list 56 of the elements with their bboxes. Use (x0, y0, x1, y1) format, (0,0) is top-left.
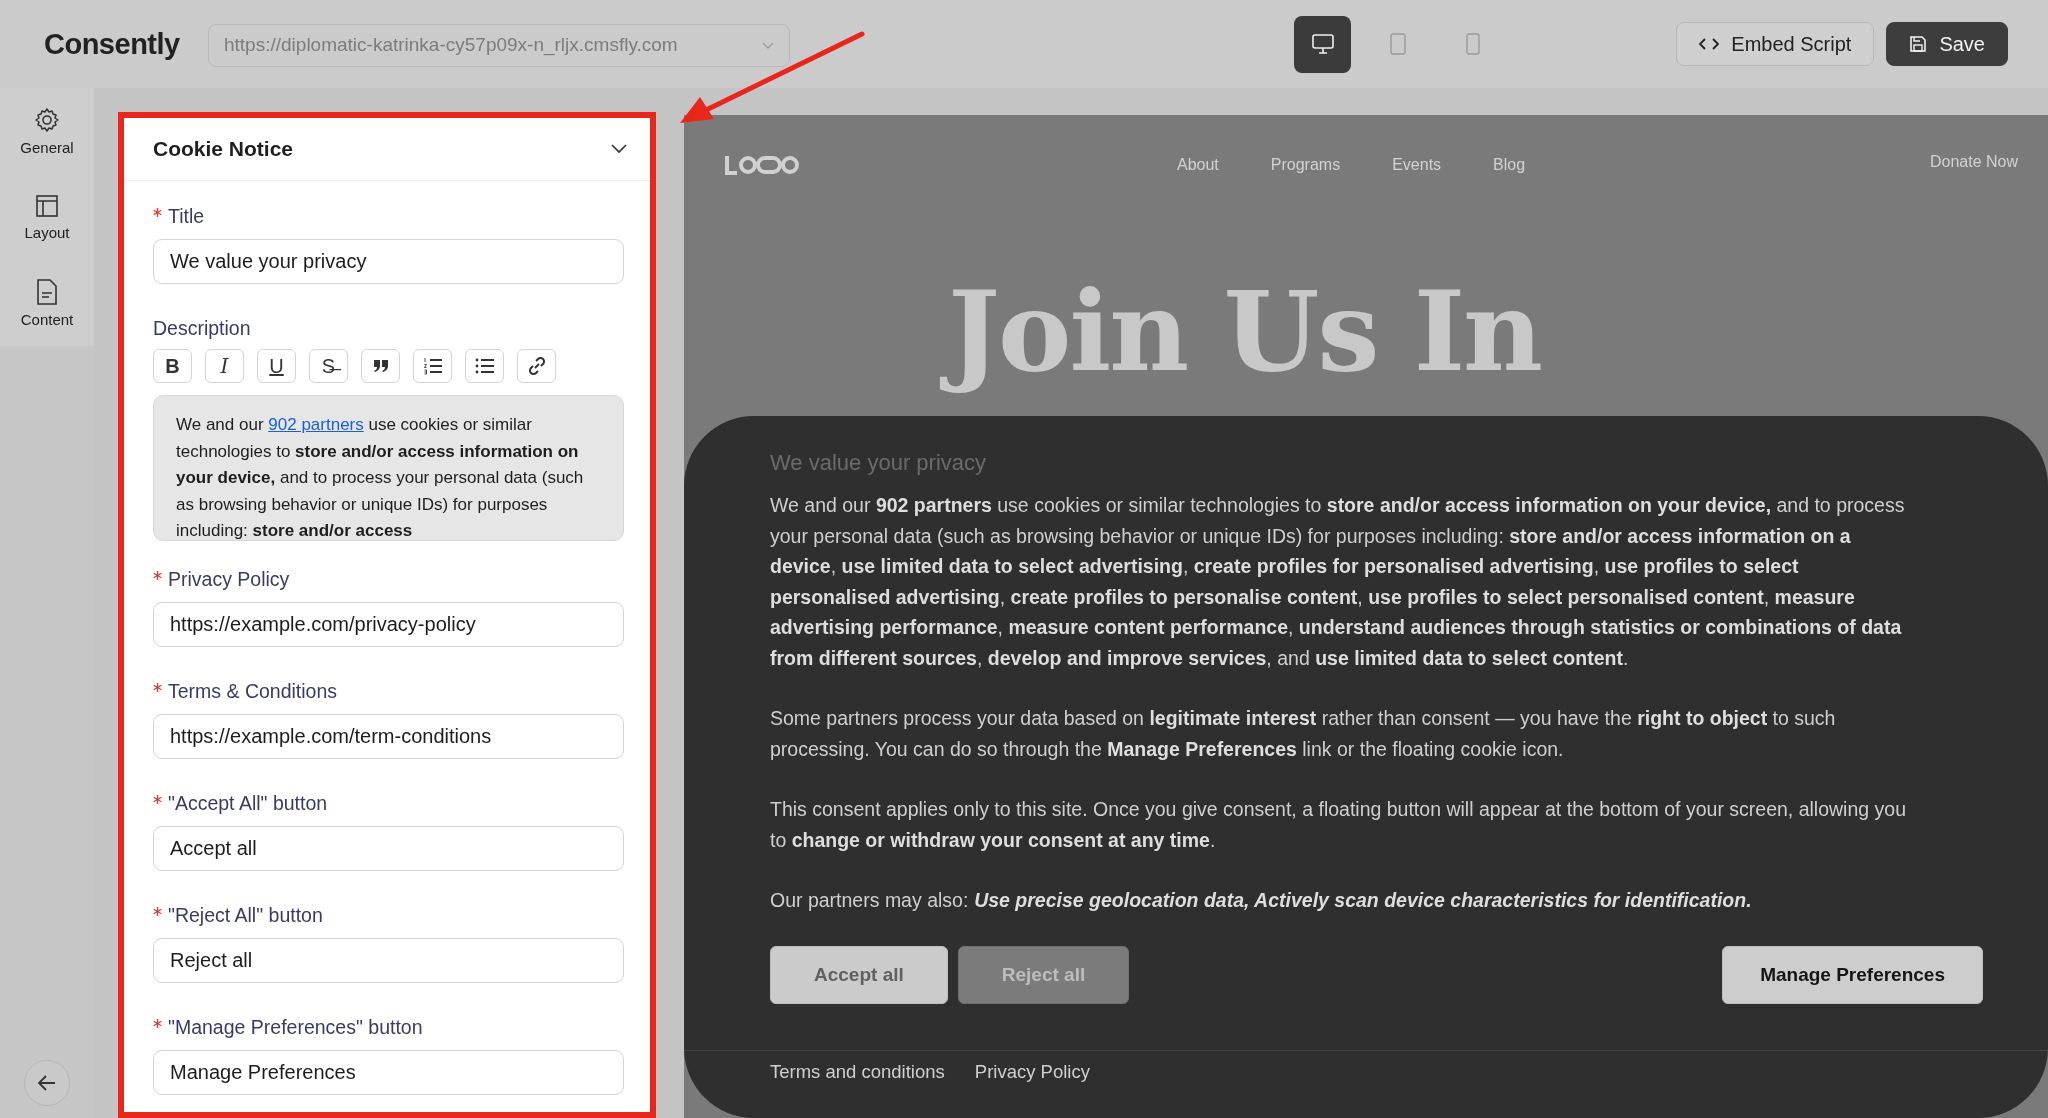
bullet-list-icon (474, 358, 495, 374)
bullet-list-button[interactable] (465, 349, 504, 383)
text-field[interactable]: https://example.com/term-conditions (153, 714, 624, 759)
italic-button[interactable]: I (205, 349, 244, 383)
app-logo: Consently (44, 27, 181, 61)
link-icon (526, 356, 547, 376)
accept-all-button[interactable]: Accept all (770, 945, 948, 1004)
text-field[interactable]: Manage Preferences (153, 1050, 624, 1095)
field-label: Terms & Conditions (168, 680, 338, 703)
field-label: "Reject All" button (168, 904, 323, 927)
banner-title: We value your privacy (770, 450, 987, 476)
text-field[interactable]: https://example.com/privacy-policy (153, 602, 624, 647)
description-editor[interactable] (153, 395, 624, 541)
text-field[interactable]: Reject all (153, 938, 624, 983)
field-label: Privacy Policy (168, 568, 290, 591)
bold-button[interactable]: B (153, 349, 192, 383)
partners-link[interactable]: 902 partners (268, 415, 364, 434)
ordered-list-button[interactable] (413, 349, 452, 383)
back-button[interactable] (24, 1060, 70, 1106)
strike-button[interactable]: S̶ (309, 349, 348, 383)
quote-icon (372, 359, 389, 373)
chevron-icon[interactable] (610, 143, 628, 155)
footer-link[interactable]: Terms and conditions (770, 1060, 945, 1083)
underline-button[interactable]: U (257, 349, 296, 383)
field-label: Description (153, 317, 251, 340)
text-field[interactable]: We value your privacy (153, 239, 624, 284)
layout-tab[interactable]: Layout (0, 174, 94, 260)
general-tab[interactable]: General (0, 88, 94, 174)
save-icon (1909, 35, 1928, 53)
desktop-view-button[interactable] (1294, 15, 1351, 73)
banner-paragraph: Our partners may also: Use precise geolocation data, Actively scan device characteristics for identification. (770, 888, 1753, 913)
content-tab[interactable]: Content (0, 260, 94, 346)
monitor-icon (1311, 34, 1334, 54)
hero-heading: Join Us In (942, 255, 1548, 409)
numbered-list-icon (422, 357, 443, 375)
gear-icon (34, 106, 60, 133)
layout-icon (35, 193, 59, 218)
field-label: "Accept All" button (168, 792, 328, 815)
banner-paragraph: We and our 902 partners use cookies or similar technologies to store and/or access information on your device, and to process your personal data (such as browsing behavior or unique IDs) for purposes including: store and/or access information on a device, use limited data to select advertising, create profiles for personalised advertising, use profiles to select personalised advertising, create profiles to personalise content, use profiles to select personalised content, measure advertising performance, measure content performance, understand audiences through statistics or combinations of data from different sources, develop and improve services, and use limited data to select content. (770, 493, 1906, 671)
save-button[interactable]: Save (1886, 22, 2008, 66)
link-button[interactable] (517, 349, 556, 383)
footer-link[interactable]: Privacy Policy (974, 1060, 1090, 1083)
phone-icon (1465, 33, 1480, 55)
manage-preferences-button[interactable]: Manage Preferences (1722, 945, 1983, 1004)
banner-paragraph: Some partners process your data based on legitimate interest rather than consent — you have the right to object to such processing. You can do so through the Manage Preferences link or the floating cookie icon. (770, 706, 1837, 762)
description-text: We and our 902 partners use cookies or similar technologies to store and/or access information on your device, and to process your personal data (such as browsing behavior or unique IDs) for purposes including: store and/or access (176, 414, 585, 540)
document-icon (36, 278, 58, 305)
field-label: "Manage Preferences" button (168, 1016, 423, 1039)
code-icon (1699, 37, 1720, 51)
embed-script-button[interactable]: Embed Script (1676, 22, 1875, 66)
banner-paragraph: This consent applies only to this site. Once you give consent, a floating button will appear at the bottom of your screen, allowing you to change or withdraw your consent at any time. (770, 797, 1907, 853)
field-label: Title (168, 205, 205, 228)
text-field[interactable]: Accept all (153, 826, 624, 871)
panel-title: Cookie Notice (153, 137, 294, 161)
tablet-icon (1389, 33, 1406, 55)
quote-button[interactable] (361, 349, 400, 383)
